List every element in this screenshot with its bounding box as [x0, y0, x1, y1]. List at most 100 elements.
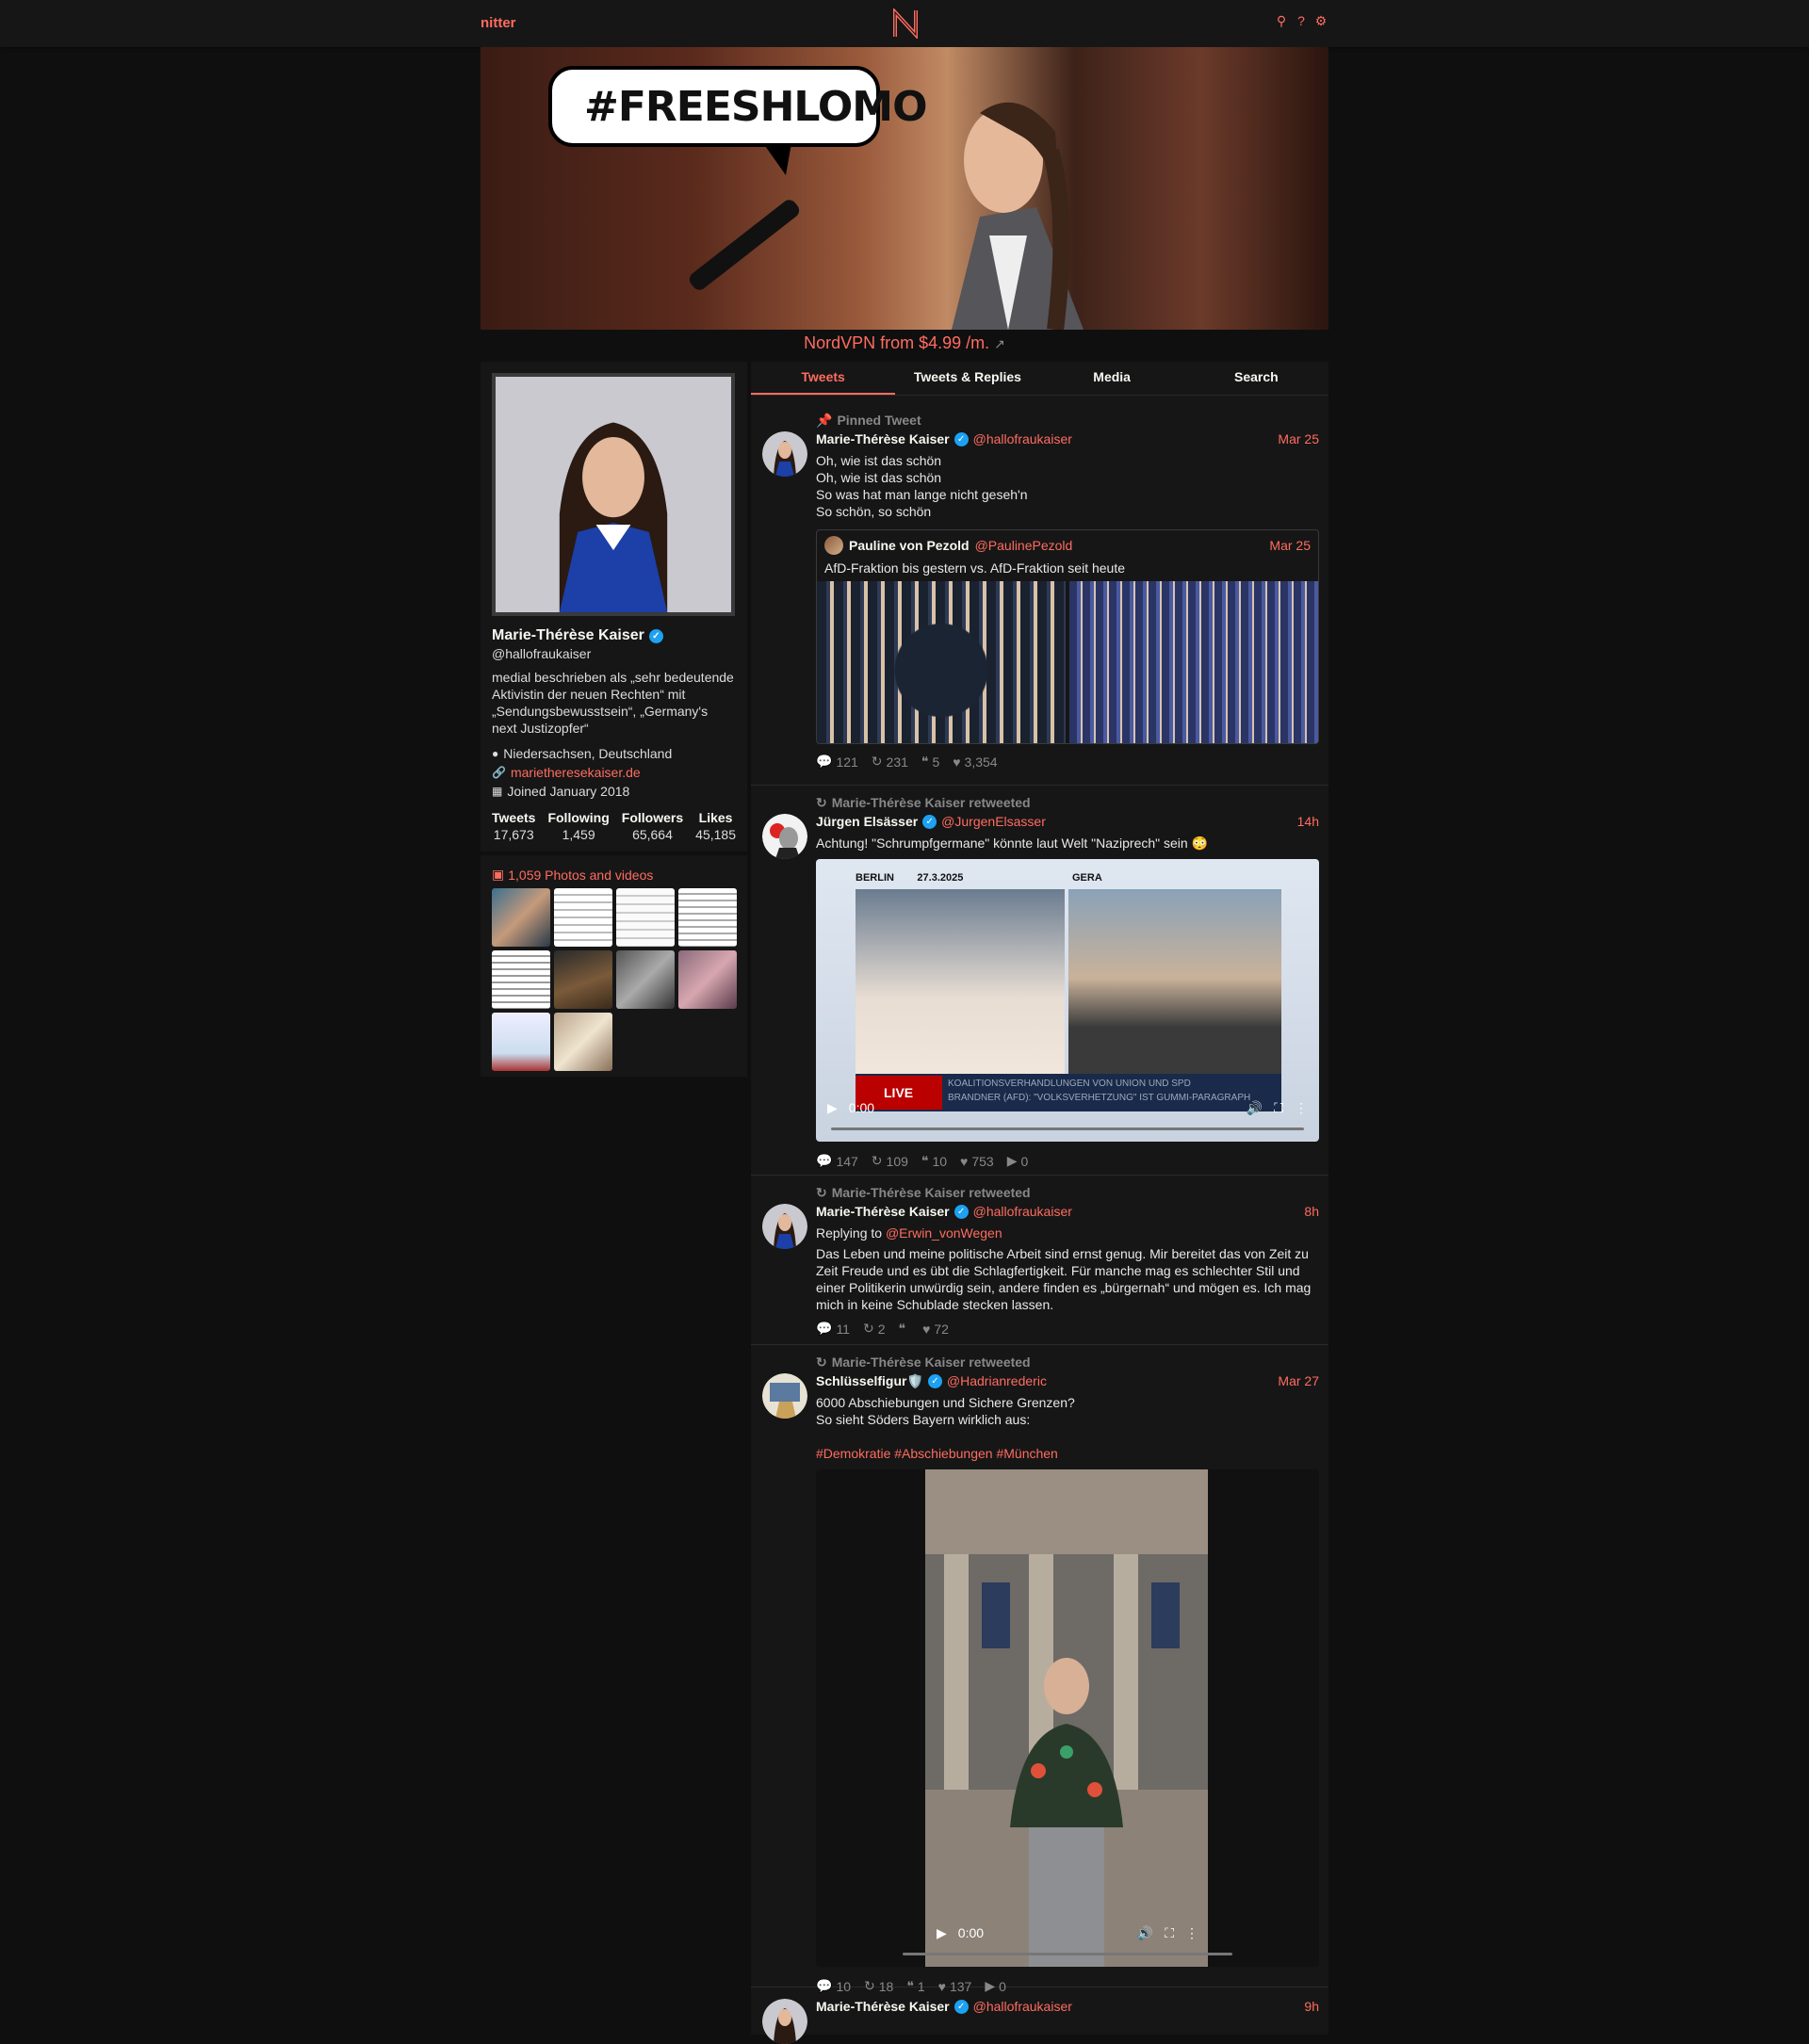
tweet-fullname[interactable]: Jürgen Elsässer — [816, 814, 918, 829]
volume-icon[interactable]: 🔊 — [1247, 1100, 1263, 1116]
tweet-fullname[interactable]: Marie-Thérèse Kaiser — [816, 1204, 950, 1219]
timeline: Tweets Tweets & Replies Media Search 📌 Pi… — [751, 362, 1328, 2044]
tweet-username[interactable]: @JurgenElsasser — [941, 814, 1046, 829]
stat-following[interactable]: Following 1,459 — [547, 810, 609, 842]
photo-thumb[interactable] — [678, 950, 737, 1009]
fullscreen-icon[interactable]: ⛶ — [1274, 1100, 1283, 1116]
tweet-date[interactable]: 8h — [1304, 1204, 1319, 1219]
photo-thumb[interactable] — [492, 1013, 550, 1071]
tweet-avatar[interactable] — [762, 431, 807, 477]
profile-stats: Tweets 17,673 Following 1,459 Followers 65,… — [492, 810, 736, 842]
photo-thumb[interactable] — [492, 950, 550, 1009]
photo-thumb[interactable] — [554, 1013, 612, 1071]
tweet-username[interactable]: @hallofraukaiser — [973, 1204, 1072, 1219]
quote-count[interactable]: ❝ — [899, 1321, 910, 1337]
quote-fullname[interactable]: Pauline von Pezold — [849, 538, 970, 553]
replying-to-link[interactable]: @Erwin_vonWegen — [886, 1225, 1002, 1241]
quote-image[interactable] — [1069, 581, 1318, 743]
photo-thumb[interactable] — [554, 950, 612, 1009]
tweet-avatar[interactable] — [762, 1204, 807, 1249]
like-count[interactable]: ♥ 3,354 — [953, 754, 997, 770]
stat-tweets[interactable]: Tweets 17,673 — [492, 810, 535, 842]
tweet-fullname[interactable]: Marie-Thérèse Kaiser — [816, 1999, 950, 2014]
tweet-date[interactable]: 14h — [1297, 814, 1319, 829]
tweet-hashtags[interactable]: #Demokratie #Abschiebungen #München — [816, 1445, 1319, 1462]
photo-thumb[interactable] — [492, 888, 550, 947]
more-icon[interactable]: ⋮ — [1295, 1100, 1308, 1116]
tab-media[interactable]: Media — [1040, 362, 1184, 395]
nitter-logo-icon[interactable] — [891, 8, 920, 39]
tweet-avatar[interactable] — [762, 1373, 807, 1419]
photo-rail: ▣ 1,059 Photos and videos — [481, 855, 747, 1077]
tweet-avatar[interactable] — [762, 1999, 807, 2044]
profile-avatar[interactable] — [492, 373, 735, 616]
quote-date[interactable]: Mar 25 — [1269, 538, 1311, 553]
photo-rail-title[interactable]: ▣ 1,059 Photos and videos — [492, 867, 736, 883]
tab-search[interactable]: Search — [1184, 362, 1328, 395]
stat-followers[interactable]: Followers 65,664 — [622, 810, 683, 842]
quote-username[interactable]: @PaulinePezold — [975, 538, 1073, 553]
website-link[interactable]: marietheresekaiser.de — [511, 763, 641, 782]
photo-thumb[interactable] — [554, 888, 612, 947]
fullscreen-icon[interactable]: ⛶ — [1165, 1925, 1174, 1941]
profile-website[interactable]: 🔗 marietheresekaiser.de — [492, 763, 736, 782]
like-count[interactable]: ♥ 72 — [922, 1321, 949, 1337]
retweet-count[interactable]: ↻ 109 — [872, 1153, 908, 1169]
reply-count[interactable]: 💬 11 — [816, 1321, 850, 1337]
video-label-right: GERA — [1072, 872, 1102, 884]
comment-icon: 💬 — [816, 1321, 833, 1336]
tweet-username[interactable]: @hallofraukaiser — [973, 1999, 1072, 2014]
tweet-text: Das Leben und meine politische Arbeit si… — [816, 1246, 1312, 1312]
play-icon[interactable]: ▶ — [827, 1100, 838, 1116]
profile-banner[interactable]: #FREESHLOMO — [481, 47, 1328, 330]
tweet-item[interactable]: ↻ Marie-Thérèse Kaiser retweeted Jürgen E… — [751, 786, 1328, 1176]
tweet-fullname[interactable]: Schlüsselfigur🛡️ — [816, 1373, 923, 1389]
tweet-date[interactable]: Mar 25 — [1278, 431, 1319, 446]
more-icon[interactable]: ⋮ — [1185, 1925, 1198, 1941]
heart-icon: ♥ — [960, 1153, 969, 1169]
sponsor-link[interactable]: NordVPN from $4.99 /m. ↗ — [481, 333, 1328, 353]
help-icon[interactable]: ? — [1294, 13, 1309, 30]
like-count[interactable]: ♥ 753 — [960, 1153, 994, 1169]
tweet-item[interactable]: ↻ Marie-Thérèse Kaiser retweeted Marie-Th… — [751, 1176, 1328, 1345]
tweet-item[interactable]: ↻ Marie-Thérèse Kaiser retweeted Schlüsse… — [751, 1345, 1328, 1994]
video-progress-bar[interactable] — [831, 1127, 1304, 1130]
tweet-video[interactable]: BERLIN 27.3.2025 GERA KOALITIONSVERHANDL… — [816, 859, 1319, 1142]
profile-username[interactable]: @hallofraukaiser — [492, 646, 736, 661]
quote-count[interactable]: ❝ 10 — [921, 1153, 947, 1169]
tweet-date[interactable]: 9h — [1304, 1999, 1319, 2014]
video-progress-bar[interactable] — [903, 1953, 1232, 1955]
tweet-date[interactable]: Mar 27 — [1278, 1373, 1319, 1388]
tweet-video[interactable]: ▶ 0:00 🔊 ⛶ ⋮ — [816, 1469, 1319, 1967]
tweet-username[interactable]: @hallofraukaiser — [973, 431, 1072, 446]
quote-image[interactable] — [817, 581, 1066, 743]
tweet-username[interactable]: @Hadrianrederic — [947, 1373, 1047, 1388]
search-icon[interactable]: ⚲ — [1274, 13, 1289, 30]
quote-count[interactable]: ❝ 5 — [921, 754, 939, 770]
quoted-tweet[interactable]: Pauline von Pezold @PaulinePezold Mar 25… — [816, 529, 1319, 744]
retweet-count[interactable]: ↻ 2 — [863, 1321, 886, 1337]
play-icon[interactable]: ▶ — [937, 1925, 947, 1941]
quote-icon: ❝ — [898, 1321, 906, 1336]
reply-count[interactable]: 💬 121 — [816, 754, 858, 770]
reply-count[interactable]: 💬 147 — [816, 1153, 858, 1169]
tweet-text: Achtung! "Schrumpfgermane" könnte laut W… — [816, 835, 1209, 851]
profile-fullname[interactable]: Marie-Thérèse Kaiser ✓ — [492, 627, 736, 644]
tab-tweets-replies[interactable]: Tweets & Replies — [895, 362, 1039, 395]
volume-icon[interactable]: 🔊 — [1137, 1925, 1153, 1941]
retweet-icon: ↻ — [816, 1354, 827, 1370]
photo-thumb[interactable] — [616, 950, 675, 1009]
tab-tweets[interactable]: Tweets — [751, 362, 896, 395]
retweet-header: ↻ Marie-Thérèse Kaiser retweeted — [816, 794, 1031, 811]
tweet-avatar[interactable] — [762, 814, 807, 859]
view-count[interactable]: ▶ 0 — [1007, 1153, 1029, 1169]
retweet-count[interactable]: ↻ 231 — [872, 754, 908, 770]
tweet-item[interactable]: 📌 Pinned Tweet Marie-Thérèse Kaiser ✓ @ha… — [751, 403, 1328, 786]
tweet-item[interactable]: Marie-Thérèse Kaiser ✓ @hallofraukaiser … — [751, 1987, 1328, 2044]
photo-thumb[interactable] — [616, 888, 675, 947]
gear-icon[interactable]: ⚙ — [1313, 13, 1328, 30]
stat-likes[interactable]: Likes 45,185 — [695, 810, 736, 842]
brand-link[interactable]: nitter — [481, 15, 516, 31]
tweet-fullname[interactable]: Marie-Thérèse Kaiser — [816, 431, 950, 446]
photo-thumb[interactable] — [678, 888, 737, 947]
